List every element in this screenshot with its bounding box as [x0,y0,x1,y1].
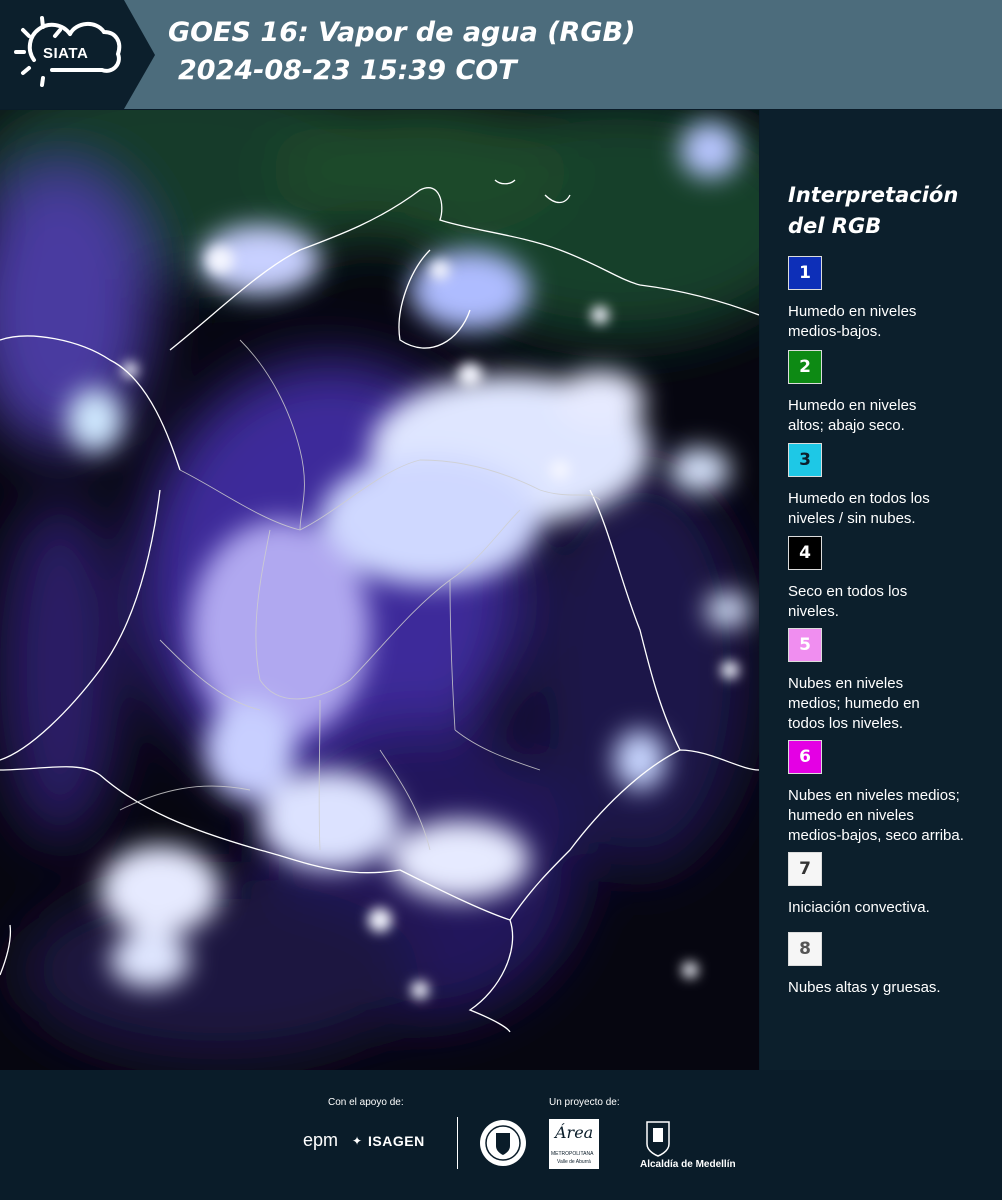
legend-description: Humedo en todos los niveles / sin nubes. [788,489,998,529]
footer: Con el apoyo de: Un proyecto de: epm ✦ I… [0,1070,1002,1200]
legend-description-line: altos; abajo seco. [788,417,905,434]
legend-swatch: 3 [788,443,822,477]
legend-swatch: 2 [788,350,822,384]
legend-description: Nubes en niveles medios; humedo en todos l… [788,674,998,734]
siata-logo[interactable]: SIATA [0,0,155,109]
title-line-2: 2024-08-23 15:39 COT [178,55,517,86]
legend-description: Humedo en niveles altos; abajo seco. [788,396,998,436]
isagen-logo[interactable]: ISAGEN [368,1133,425,1149]
legend-item-5: 5 Nubes en niveles medios; humedo en todos … [788,628,998,734]
area-logo-text: Área [555,1123,594,1142]
legend-swatch: 8 [788,932,822,966]
legend-panel: Interpretación del RGB 1 Humedo en nivele… [760,110,1002,1070]
title-line-1: GOES 16: Vapor de agua (RGB) [168,17,636,48]
legend-swatch: 7 [788,852,822,886]
legend-description-line: Nubes en niveles medios; [788,787,960,804]
legend-item-1: 1 Humedo en niveles medios-bajos. [788,256,998,342]
legend-item-7: 7 Iniciación convectiva. [788,852,998,918]
legend-item-6: 6 Nubes en niveles medios; humedo en nivel… [788,740,998,846]
legend-title-line-1: Interpretación [788,183,959,207]
legend-description-line: medios; humedo en [788,695,920,712]
legend-description-line: niveles. [788,603,839,620]
isagen-icon: ✦ [352,1134,363,1148]
satellite-map-graphic [0,110,759,1070]
legend-description-line: niveles / sin nubes. [788,510,916,527]
legend-description-line: medios-bajos, seco arriba. [788,827,964,844]
legend-description-line: Seco en todos los [788,583,908,600]
legend-description-line: Nubes altas y gruesas. [788,979,941,996]
area-logo-sub1: METROPOLITANA [551,1151,594,1157]
legend-description-line: Iniciación convectiva. [788,899,930,916]
support-label: Con el apoyo de: [328,1097,404,1108]
area-metropolitana-logo[interactable]: Área METROPOLITANA Valle de Aburrá [549,1119,599,1169]
legend-description-line: Humedo en todos los [788,490,930,507]
legend-description: Seco en todos los niveles. [788,582,998,622]
legend-description-line: Humedo en niveles [788,303,917,320]
header-bar: SIATA GOES 16: Vapor de agua (RGB) 2024-… [0,0,1002,109]
legend-description: Nubes en niveles medios; humedo en nivele… [788,786,998,846]
alcaldia-medellin-label[interactable]: Alcaldía de Medellín [640,1159,736,1170]
footer-separator [457,1117,458,1169]
legend-item-3: 3 Humedo en todos los niveles / sin nubes. [788,443,998,529]
legend-item-2: 2 Humedo en niveles altos; abajo seco. [788,350,998,436]
project-label: Un proyecto de: [549,1097,620,1108]
alcaldia-shield-icon [645,1120,671,1162]
legend-description: Nubes altas y gruesas. [788,978,998,998]
legend-swatch: 5 [788,628,822,662]
siata-logo-text: SIATA [43,45,89,62]
legend-swatch: 4 [788,536,822,570]
legend-description-line: medios-bajos. [788,323,882,340]
legend-description: Humedo en niveles medios-bajos. [788,302,998,342]
legend-swatch: 1 [788,256,822,290]
page-title: GOES 16: Vapor de agua (RGB) 2024-08-23 … [168,14,635,90]
area-logo-sub2: Valle de Aburrá [557,1159,591,1165]
legend-description-line: Humedo en niveles [788,397,917,414]
legend-description: Iniciación convectiva. [788,898,998,918]
legend-swatch: 6 [788,740,822,774]
satellite-image[interactable] [0,110,759,1070]
legend-description-line: todos los niveles. [788,715,904,732]
legend-title-line-2: del RGB [788,214,882,238]
legend-item-8: 8 Nubes altas y gruesas. [788,932,998,998]
legend-title: Interpretación del RGB [788,180,988,242]
medellin-seal-icon[interactable] [478,1118,528,1172]
epm-logo[interactable]: epm [303,1130,338,1151]
legend-description-line: humedo en niveles [788,807,914,824]
legend-item-4: 4 Seco en todos los niveles. [788,536,998,622]
legend-description-line: Nubes en niveles [788,675,904,692]
